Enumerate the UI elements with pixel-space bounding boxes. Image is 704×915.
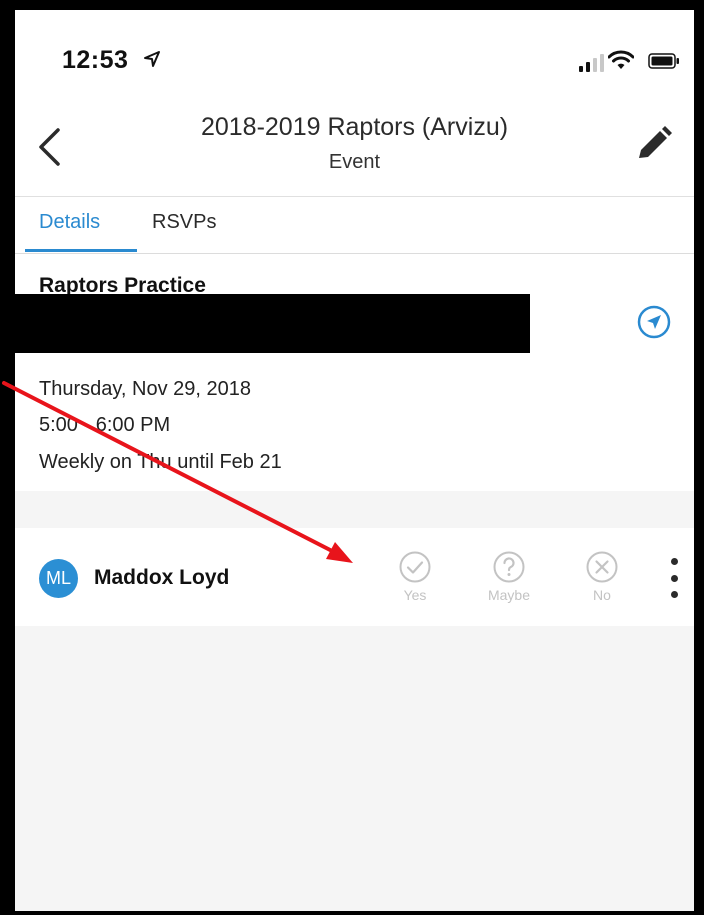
pencil-icon <box>639 126 672 158</box>
rsvp-maybe-button[interactable]: Maybe <box>479 550 539 603</box>
tab-rsvps[interactable]: RSVPs <box>152 211 216 234</box>
status-bar: 12:53 <box>15 10 694 100</box>
directions-button[interactable] <box>636 304 672 340</box>
redacted-location <box>15 294 530 353</box>
tab-details[interactable]: Details <box>39 211 100 234</box>
check-circle-icon <box>399 551 431 583</box>
nav-header: 2018-2019 Raptors (Arvizu) Event <box>15 100 694 196</box>
location-services-icon <box>143 50 161 73</box>
rsvp-no-button[interactable]: No <box>582 550 622 603</box>
more-dot <box>670 558 678 565</box>
wifi-icon <box>607 50 635 75</box>
avatar: ML <box>39 559 78 598</box>
event-recurrence: Weekly on Thu until Feb 21 <box>39 451 282 473</box>
battery-icon <box>648 53 680 74</box>
active-tab-indicator <box>25 249 137 252</box>
event-details: Raptors Practice Thursday, Nov 29, 2018 … <box>15 254 694 491</box>
tab-bar: Details RSVPs <box>15 196 694 255</box>
more-dot <box>670 574 678 582</box>
rsvp-maybe-label: Maybe <box>487 587 531 603</box>
cellular-signal-icon <box>579 54 604 72</box>
more-options-button[interactable] <box>666 558 682 598</box>
more-dot <box>670 591 678 598</box>
edit-button[interactable] <box>632 122 674 166</box>
rsvp-yes-button[interactable]: Yes <box>393 550 437 603</box>
phone-screen: 12:53 2018-2019 Raptors (Arvizu) Event D… <box>0 0 704 915</box>
event-time: 5:00 - 6:00 PM <box>39 414 171 436</box>
status-time: 12:53 <box>62 46 129 74</box>
attendee-row: ML Maddox Loyd Yes Maybe No <box>15 528 694 626</box>
rsvp-no-label: No <box>593 587 611 603</box>
rsvp-yes-label: Yes <box>403 587 427 603</box>
x-circle-icon <box>586 551 618 583</box>
page-title: 2018-2019 Raptors (Arvizu) <box>200 113 509 141</box>
navigation-arrow-icon <box>637 305 671 339</box>
question-circle-icon <box>493 551 525 583</box>
event-date: Thursday, Nov 29, 2018 <box>39 378 251 400</box>
attendee-name: Maddox Loyd <box>94 566 230 589</box>
page-subtitle: Event <box>328 151 381 173</box>
